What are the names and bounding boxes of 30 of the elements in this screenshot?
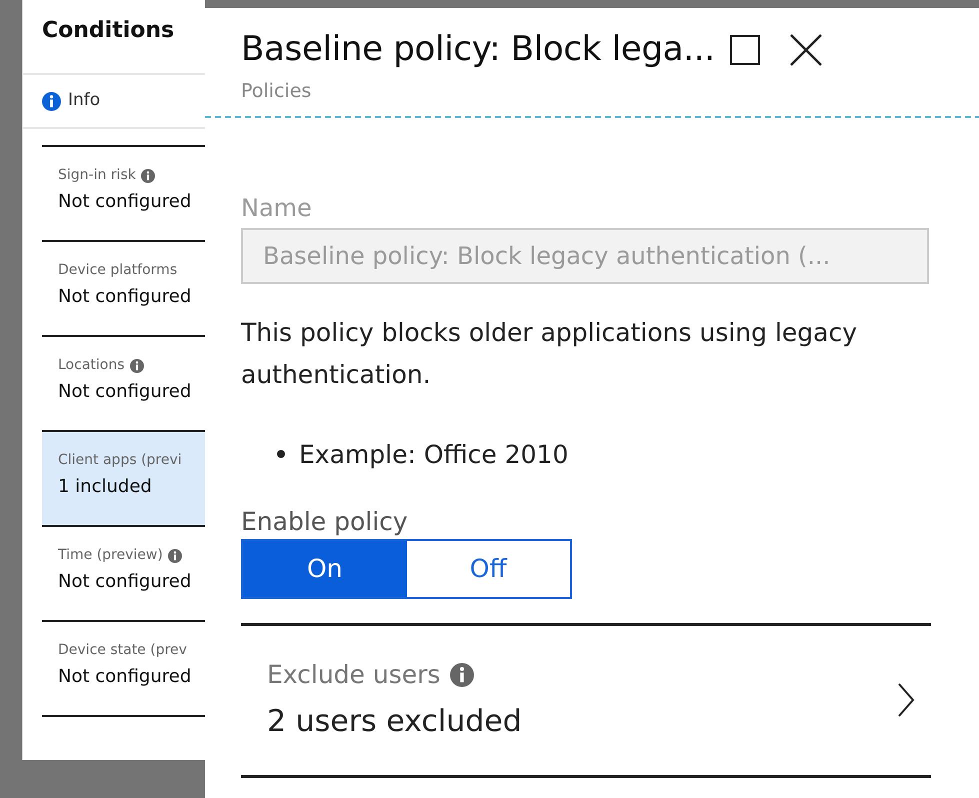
exclude-users-label: Exclude users [267, 658, 440, 691]
condition-value: 1 included [58, 475, 153, 499]
condition-item[interactable]: Client apps (previ 1 included [42, 432, 205, 527]
condition-label: Device platforms [58, 261, 178, 280]
condition-label: Sign-in risk [58, 166, 136, 185]
blade-title: Baseline policy: Block lega... [241, 28, 715, 71]
condition-label: Client apps (previ [58, 451, 182, 470]
field-label: Name [241, 192, 313, 224]
info-link[interactable]: Info [68, 88, 100, 114]
condition-value: Not configured [58, 190, 192, 214]
description-text: This policy blocks older applications using legacy authentication. [241, 316, 858, 390]
exclude-users-value: 2 users excluded [267, 703, 523, 742]
blade-subtitle: Policies [241, 79, 312, 104]
info-icon [42, 92, 61, 110]
close-icon[interactable] [788, 32, 823, 66]
condition-value: Not configured [58, 665, 192, 689]
exclude-users-row[interactable]: Exclude users 2 users excluded [241, 622, 931, 778]
toggle-label: Enable policy [241, 506, 409, 538]
condition-label: Device state (prev [58, 641, 187, 660]
condition-value: Not configured [58, 570, 192, 594]
bullet-icon [277, 450, 285, 458]
toggle-option[interactable]: On [243, 540, 406, 596]
condition-label: Locations [58, 356, 125, 375]
panel-title: Conditions [41, 17, 176, 45]
condition-value: Not configured [58, 285, 192, 309]
condition-label: Time (preview) [58, 546, 163, 565]
chevron-right-icon [897, 682, 915, 718]
bullet-text: Example: Office 2010 [299, 438, 568, 470]
maximize-icon[interactable] [728, 34, 761, 66]
condition-value: Not configured [58, 380, 192, 404]
